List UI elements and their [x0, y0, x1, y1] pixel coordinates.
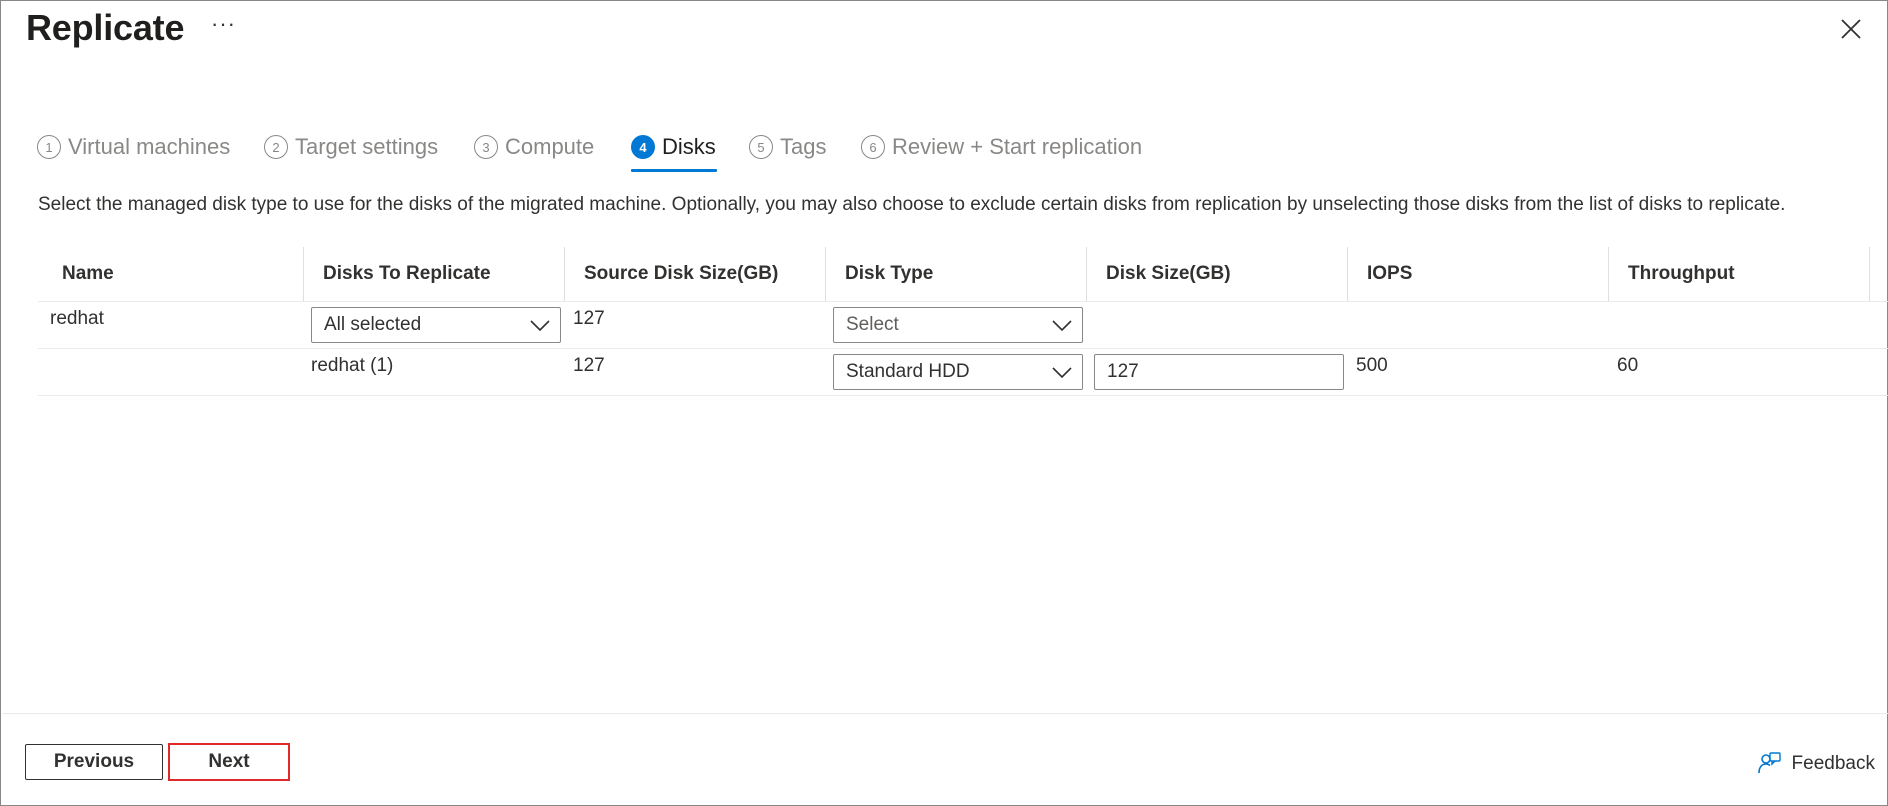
tab-tags[interactable]: 5 Tags	[749, 131, 826, 163]
tab-label: Disks	[662, 134, 716, 159]
disk-type-dropdown[interactable]: Select	[833, 307, 1083, 343]
dropdown-value: Standard HDD	[846, 361, 970, 382]
dropdown-value: Select	[846, 314, 899, 335]
step-number: 3	[474, 135, 498, 159]
tab-label: Virtual machines	[68, 134, 231, 159]
chevron-down-icon	[1052, 320, 1072, 332]
tab-label: Compute	[505, 134, 595, 159]
tab-virtual-machines[interactable]: 1 Virtual machines	[37, 131, 230, 163]
tab-target-settings[interactable]: 2 Target settings	[264, 131, 438, 163]
vm-name: redhat	[50, 308, 104, 329]
tab-disks[interactable]: 4 Disks	[631, 131, 716, 163]
active-tab-indicator	[631, 169, 717, 172]
iops-value: 500	[1356, 355, 1388, 376]
column-header-throughput[interactable]: Throughput	[1609, 247, 1869, 301]
feedback-icon	[1757, 752, 1781, 774]
disk-name: redhat (1)	[311, 355, 394, 376]
tab-label: Review + Start replication	[892, 134, 1143, 159]
disk-size-input[interactable]	[1094, 354, 1344, 390]
step-number: 5	[749, 135, 773, 159]
column-header-disks-to-replicate[interactable]: Disks To Replicate	[304, 247, 564, 301]
chevron-down-icon	[1052, 367, 1072, 379]
step-number: 1	[37, 135, 61, 159]
table-header: Name Disks To Replicate Source Disk Size…	[38, 247, 1888, 302]
source-disk-size: 127	[573, 308, 605, 329]
step-number: 6	[861, 135, 885, 159]
step-number: 2	[264, 135, 288, 159]
column-header-disk-type[interactable]: Disk Type	[826, 247, 1086, 301]
feedback-label: Feedback	[1791, 753, 1875, 774]
tab-compute[interactable]: 3 Compute	[474, 131, 594, 163]
tab-label: Target settings	[295, 134, 439, 159]
chevron-down-icon	[530, 320, 550, 332]
table-row: redhat All selected 127 Select	[38, 302, 1888, 349]
previous-button[interactable]: Previous	[25, 744, 163, 780]
disk-type-dropdown[interactable]: Standard HDD	[833, 354, 1083, 390]
feedback-button[interactable]: Feedback	[1756, 751, 1875, 777]
next-button[interactable]: Next	[170, 745, 288, 779]
tab-label: Tags	[780, 134, 827, 159]
source-disk-size: 127	[573, 355, 605, 376]
disks-to-replicate-dropdown[interactable]: All selected	[311, 307, 561, 343]
step-number: 4	[631, 135, 655, 159]
column-header-iops[interactable]: IOPS	[1348, 247, 1608, 301]
description-text: Select the managed disk type to use for …	[38, 194, 1786, 215]
page-title: Replicate	[26, 7, 185, 48]
column-header-source-disk-size[interactable]: Source Disk Size(GB)	[565, 247, 825, 301]
disks-table: Name Disks To Replicate Source Disk Size…	[38, 247, 1888, 396]
column-header-disk-size[interactable]: Disk Size(GB)	[1087, 247, 1347, 301]
footer-divider	[2, 713, 1888, 714]
replicate-panel: Replicate ··· 1 Virtual machines 2 Targe…	[0, 0, 1888, 806]
dropdown-value: All selected	[324, 314, 422, 335]
tab-review-start-replication[interactable]: 6 Review + Start replication	[861, 131, 1142, 163]
column-divider	[1869, 247, 1870, 301]
throughput-value: 60	[1617, 355, 1639, 376]
table-row: redhat (1) 127 Standard HDD 500 60	[38, 349, 1888, 396]
close-icon[interactable]	[1839, 17, 1863, 41]
column-header-name[interactable]: Name	[38, 247, 303, 301]
more-options-button[interactable]: ···	[211, 11, 236, 37]
